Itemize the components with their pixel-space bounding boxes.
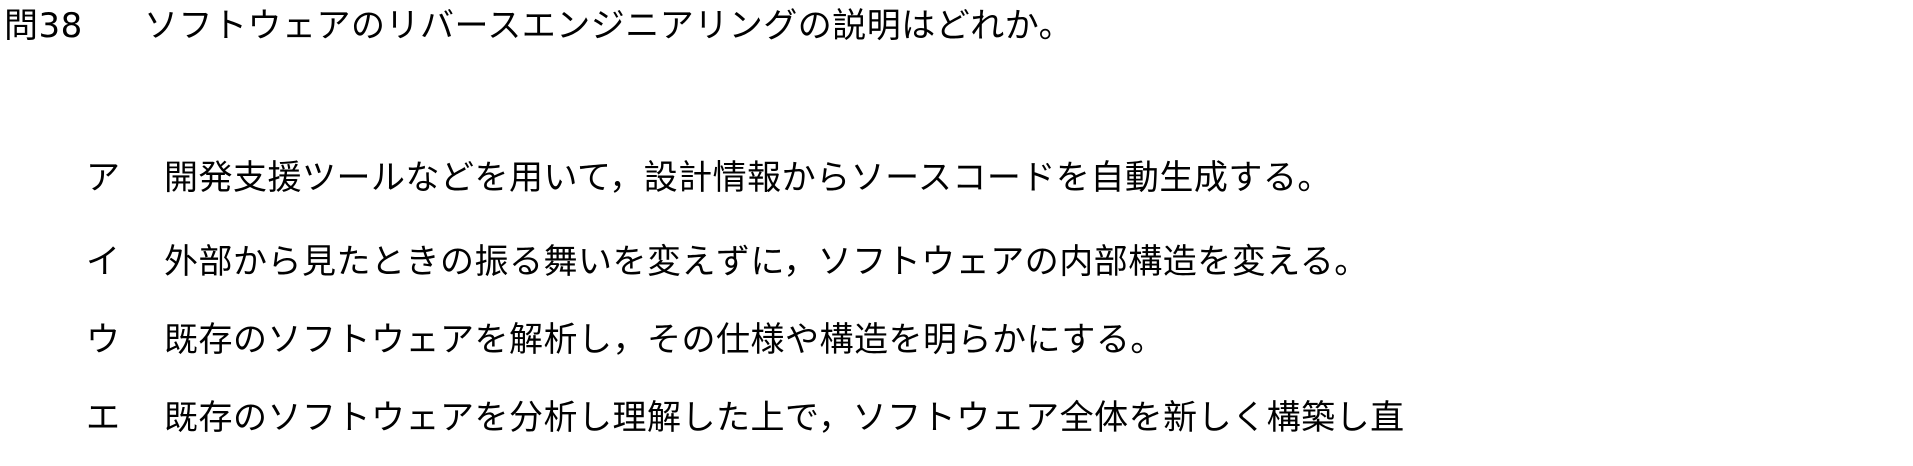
choice-text: 既存のソフトウェアを解析し，その仕様や構造を明らかにする。: [164, 320, 1165, 360]
choice-label: ウ: [86, 320, 121, 360]
choice-label: イ: [86, 242, 121, 282]
choice-text: 開発支援ツールなどを用いて，設計情報からソースコードを自動生成する。: [164, 158, 1332, 198]
choice-a: ア 開発支援ツールなどを用いて，設計情報からソースコードを自動生成する。: [86, 156, 1332, 200]
choice-e: エ 既存のソフトウェアを分析し理解した上で，ソフトウェア全体を新しく構築し直: [86, 396, 1405, 440]
question-heading: 問38 ソフトウェアのリバースエンジニアリングの説明はどれか。: [4, 4, 1073, 48]
choice-text: 既存のソフトウェアを分析し理解した上で，ソフトウェア全体を新しく構築し直: [164, 398, 1405, 438]
question-text: ソフトウェアのリバースエンジニアリングの説明はどれか。: [144, 6, 1074, 46]
choice-i: イ 外部から見たときの振る舞いを変えずに，ソフトウェアの内部構造を変える。: [86, 240, 1369, 284]
choice-u: ウ 既存のソフトウェアを解析し，その仕様や構造を明らかにする。: [86, 318, 1165, 362]
choice-text: 外部から見たときの振る舞いを変えずに，ソフトウェアの内部構造を変える。: [164, 242, 1369, 282]
question-number: 問38: [4, 6, 83, 46]
choice-label: エ: [86, 398, 121, 438]
choice-label: ア: [86, 158, 121, 198]
